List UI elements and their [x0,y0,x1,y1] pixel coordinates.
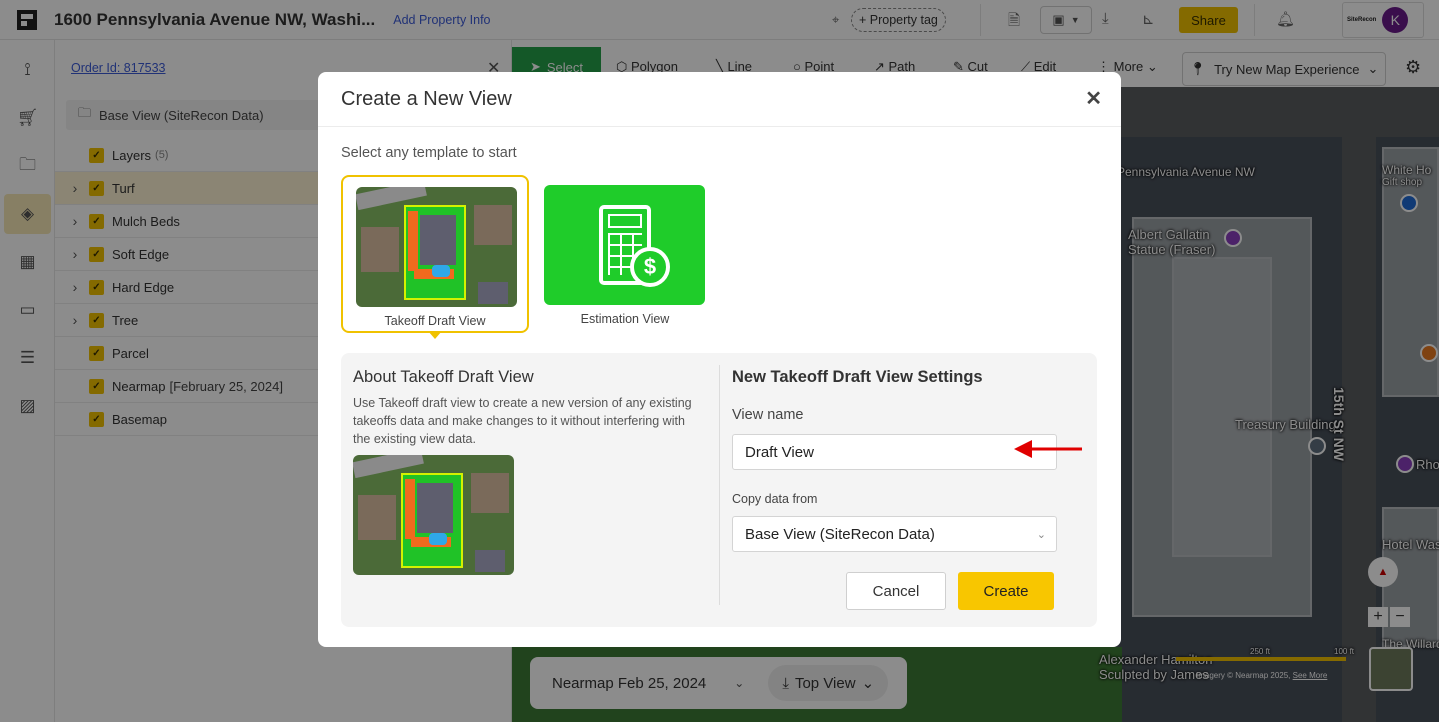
divider [719,365,720,605]
about-thumbnail [353,455,514,575]
create-view-modal: Create a New View ✕ Select any template … [318,72,1121,647]
view-name-label: View name [732,407,804,423]
close-icon[interactable]: ✕ [1085,86,1102,111]
modal-header: Create a New View [318,72,1121,127]
copy-from-label: Copy data from [732,492,818,506]
modal-subtitle: Select any template to start [341,145,517,161]
annotation-arrow-icon [1014,440,1082,458]
estimation-thumbnail: $ [544,185,705,305]
template-estimation[interactable]: $ Estimation View [531,175,719,333]
about-title: About Takeoff Draft View [353,368,534,386]
modal-title: Create a New View [341,87,512,110]
about-description: Use Takeoff draft view to create a new v… [353,396,692,446]
settings-title: New Takeoff Draft View Settings [732,368,983,386]
create-button[interactable]: Create [958,572,1054,610]
template-details: About Takeoff Draft View Use Takeoff dra… [341,353,1097,627]
selection-pointer [428,331,442,339]
template-label: Takeoff Draft View [384,314,486,328]
cancel-button[interactable]: Cancel [846,572,946,610]
template-label: Estimation View [580,312,670,326]
takeoff-draft-thumbnail [356,187,517,307]
chevron-down-icon: ⌄ [1036,529,1046,541]
dollar-icon: $ [630,247,670,287]
copy-from-select[interactable]: Base View (SiteRecon Data) ⌄ [732,516,1057,552]
view-name-input[interactable] [732,434,1057,470]
copy-from-value: Base View (SiteRecon Data) [745,525,935,543]
template-takeoff-draft[interactable]: Takeoff Draft View [341,175,529,333]
